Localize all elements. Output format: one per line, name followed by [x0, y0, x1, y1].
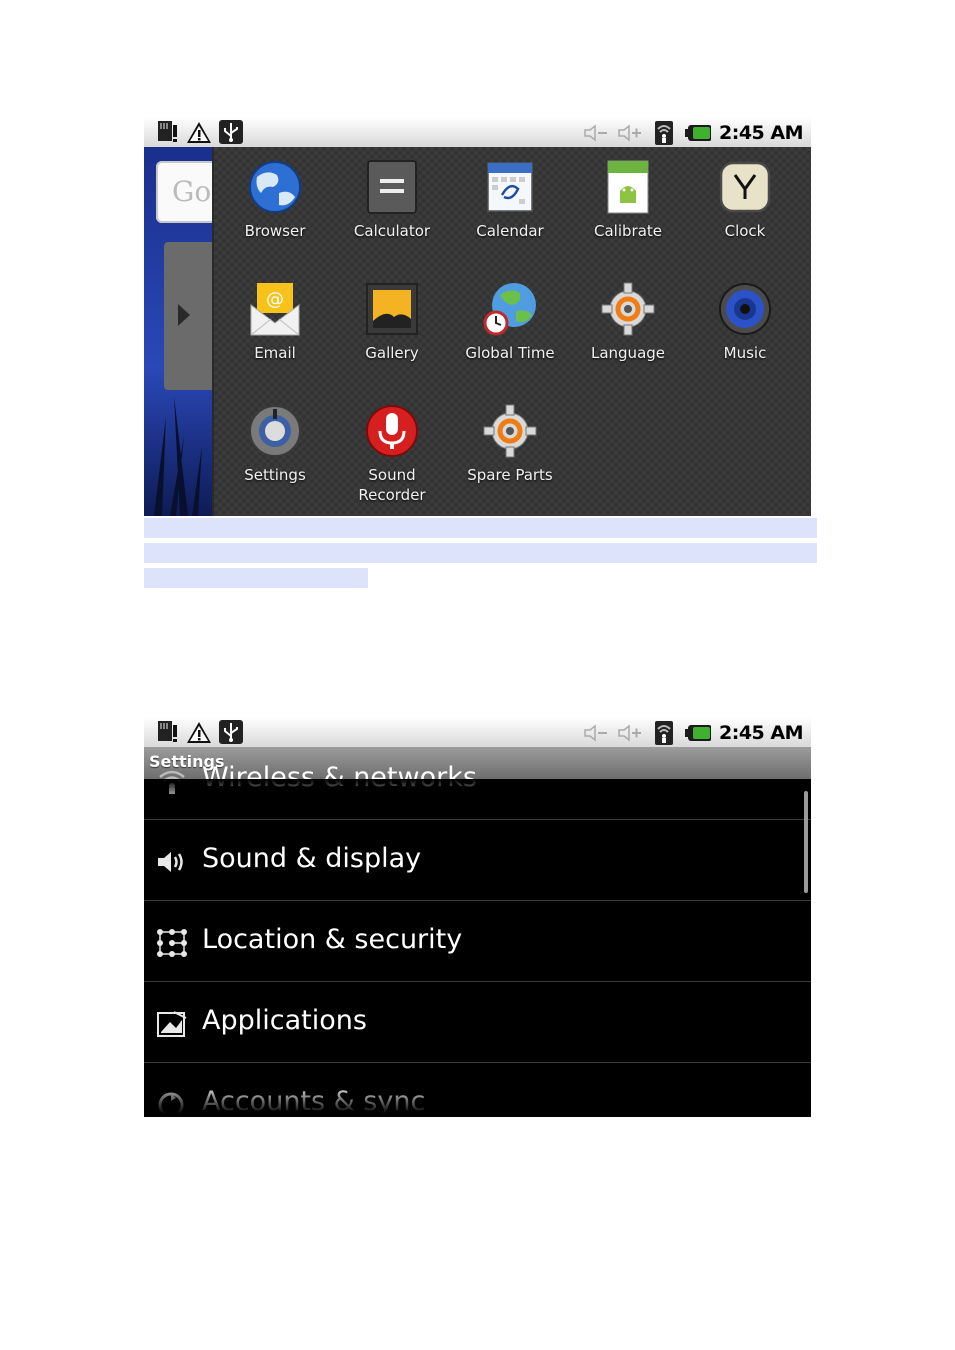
global-time-icon [483, 283, 536, 336]
warning-icon [186, 719, 212, 745]
app-calculator[interactable]: Calculator [333, 159, 451, 241]
status-bar: 2:45 AM [144, 117, 811, 147]
android-calibrate-icon [607, 160, 649, 214]
applications-icon [157, 1011, 187, 1037]
volume-muted-icon [583, 120, 609, 146]
app-label: Email [254, 344, 296, 362]
clock-icon [719, 161, 771, 213]
app-label: Calibrate [594, 222, 662, 240]
settings-item-label: Applications [202, 1005, 367, 1036]
browser-globe-icon [249, 161, 301, 213]
settings-item-location-security[interactable]: Location & security [144, 901, 811, 982]
app-language[interactable]: Language [569, 281, 687, 363]
app-calibrate[interactable]: Calibrate [569, 159, 687, 241]
app-music[interactable]: Music [686, 281, 804, 363]
app-gallery[interactable]: Gallery [333, 281, 451, 363]
app-grid: Browser Calculator Calendar Calibrate Cl… [212, 147, 811, 516]
app-browser[interactable]: Browser [216, 159, 334, 241]
app-clock[interactable]: Clock [686, 159, 804, 241]
status-time: 2:45 AM [719, 722, 804, 744]
language-gear-icon [601, 282, 655, 336]
text-highlight-bar [144, 518, 817, 538]
warning-icon [186, 119, 212, 145]
settings-scrollbar[interactable] [804, 791, 808, 893]
vibrate-icon [617, 720, 643, 746]
signal-icon [651, 120, 677, 146]
sdcard-icon [154, 119, 180, 145]
sync-icon [158, 1092, 184, 1117]
app-spare-parts[interactable]: Spare Parts [451, 403, 569, 485]
app-label-line1: Sound [368, 466, 416, 484]
svg-text:@: @ [266, 289, 284, 310]
app-label: Calendar [476, 222, 544, 240]
settings-item-label: Sound & display [202, 843, 422, 874]
calculator-icon [367, 160, 417, 214]
settings-item-sound-display[interactable]: Sound & display [144, 820, 811, 901]
battery-icon [685, 720, 711, 746]
text-highlight-bar [144, 568, 368, 588]
status-time: 2:45 AM [719, 122, 804, 144]
microphone-icon [366, 405, 418, 457]
gallery-icon [366, 283, 418, 335]
settings-item-label: Location & security [202, 924, 463, 955]
app-calendar[interactable]: Calendar [451, 159, 569, 241]
app-label: Calculator [353, 222, 431, 240]
status-bar: 2:45 AM [144, 717, 811, 747]
wifi-icon [159, 770, 185, 794]
usb-icon [218, 719, 244, 745]
pattern-lock-icon [157, 929, 187, 957]
battery-icon [685, 120, 711, 146]
app-label: Spare Parts [467, 466, 553, 484]
app-label: Language [590, 344, 666, 362]
app-label: Clock [724, 222, 766, 240]
settings-item-accounts-sync[interactable]: Accounts & sync [144, 1063, 811, 1117]
usb-icon [218, 119, 244, 145]
app-settings[interactable]: Settings [216, 403, 334, 485]
text-highlight-bar [144, 543, 817, 563]
google-search-text: Go [172, 175, 212, 208]
grass-wallpaper-decoration [154, 396, 202, 516]
app-label: Browser [244, 222, 306, 240]
app-label: Global Time [465, 344, 555, 362]
volume-muted-icon [583, 720, 609, 746]
email-icon: @ [250, 283, 300, 336]
settings-item-label: Wireless & networks [202, 762, 477, 793]
spare-parts-gear-icon [483, 404, 537, 458]
sdcard-icon [154, 719, 180, 745]
app-label: Sound Recorder [333, 465, 451, 505]
app-launcher: Go Browser Calculator Calendar Calibrate… [144, 147, 811, 516]
vibrate-icon [617, 120, 643, 146]
settings-item-wireless[interactable]: Wireless & networks [144, 747, 811, 820]
app-label-line2: Recorder [358, 486, 426, 504]
settings-screen: Settings Wireless & networks Sound & dis… [144, 747, 811, 1117]
app-label: Gallery [365, 344, 419, 362]
app-label: Settings [244, 466, 306, 484]
settings-knob-icon [249, 405, 301, 457]
calendar-icon [487, 162, 533, 212]
app-sound-recorder[interactable]: Sound Recorder [333, 403, 451, 505]
app-drawer-handle[interactable] [164, 242, 219, 390]
signal-icon [651, 720, 677, 746]
app-global-time[interactable]: Global Time [451, 281, 569, 363]
music-speaker-icon [719, 283, 771, 335]
speaker-icon [158, 852, 183, 872]
settings-item-applications[interactable]: Applications [144, 982, 811, 1063]
app-email[interactable]: @ Email [216, 281, 334, 363]
settings-item-label: Accounts & sync [202, 1086, 426, 1117]
drawer-arrow-icon [178, 304, 190, 326]
app-label: Music [723, 344, 767, 362]
